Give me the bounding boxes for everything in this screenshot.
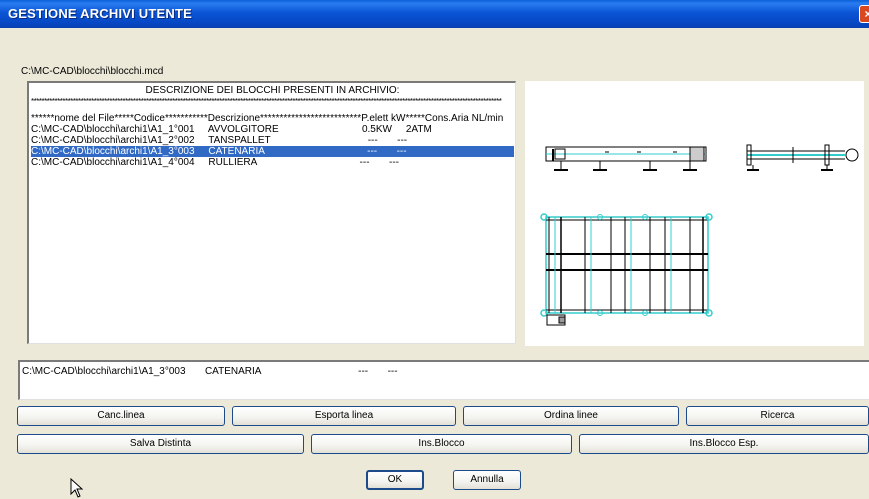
annulla-button[interactable]: Annulla (453, 470, 521, 490)
title-bar: GESTIONE ARCHIVI UTENTE × (0, 0, 869, 28)
ricerca-button[interactable]: Ricerca (686, 406, 869, 426)
mouse-cursor-icon (70, 478, 84, 498)
top-view-drawing (540, 213, 713, 326)
window-title: GESTIONE ARCHIVI UTENTE (8, 6, 192, 21)
block-preview (525, 81, 864, 346)
esporta-linea-button[interactable]: Esporta linea (232, 406, 456, 426)
ok-button[interactable]: OK (366, 470, 424, 490)
ins-blocco-button[interactable]: Ins.Blocco (311, 434, 572, 454)
ordina-linee-button[interactable]: Ordina linee (463, 406, 679, 426)
close-button[interactable]: × (859, 5, 869, 23)
side-view-drawing (545, 146, 707, 171)
salva-distinta-button[interactable]: Salva Distinta (17, 434, 304, 454)
archive-path: C:\MC-CAD\blocchi\blocchi.mcd (21, 66, 164, 77)
conveyor-drawing (540, 144, 859, 326)
ins-blocco-esp-button[interactable]: Ins.Blocco Esp. (579, 434, 869, 454)
list-item-selected[interactable]: C:\MC-CAD\blocchi\archi1\A1_3°003 CATENA… (31, 146, 514, 157)
selected-line-field[interactable]: C:\MC-CAD\blocchi\archi1\A1_3°003 CATENA… (18, 360, 869, 400)
canc-linea-button[interactable]: Canc.linea (17, 406, 225, 426)
block-list[interactable]: DESCRIZIONE DEI BLOCCHI PRESENTI IN ARCH… (27, 81, 516, 344)
list-heading: DESCRIZIONE DEI BLOCCHI PRESENTI IN ARCH… (145, 85, 400, 96)
list-column-header: ******nome del File*****Codice**********… (31, 113, 504, 124)
list-separator: ****************************************… (31, 97, 502, 106)
end-view-drawing (746, 144, 859, 171)
list-item[interactable]: C:\MC-CAD\blocchi\archi1\A1_2°002 TANSPA… (31, 135, 514, 146)
list-item[interactable]: C:\MC-CAD\blocchi\archi1\A1_1°001 AVVOLG… (31, 124, 514, 135)
selected-line-text: C:\MC-CAD\blocchi\archi1\A1_3°003 CATENA… (22, 366, 398, 377)
list-item[interactable]: C:\MC-CAD\blocchi\archi1\A1_4°004 RULLIE… (31, 157, 514, 168)
